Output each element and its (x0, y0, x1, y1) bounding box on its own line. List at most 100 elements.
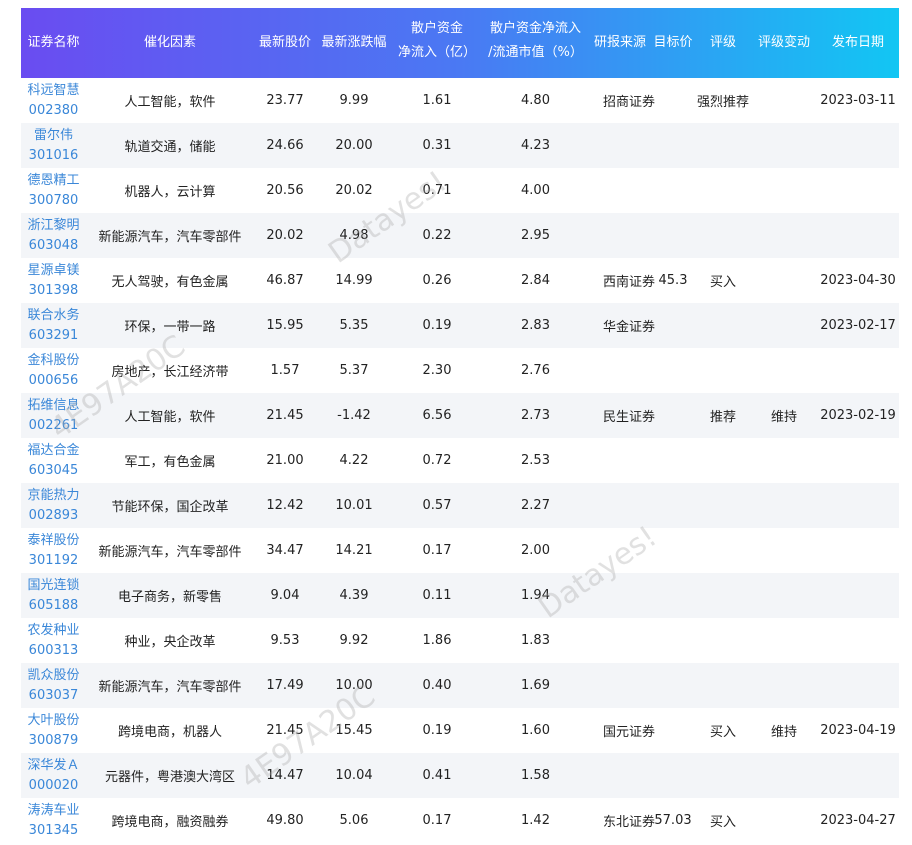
security-name-link[interactable]: 联合水务 (21, 306, 86, 326)
security-code-link[interactable]: 000656 (21, 371, 86, 391)
retail-flow-cell: 0.71 (422, 183, 452, 198)
table-row[interactable]: 德恩精工 300780 机器人，云计算 20.56 20.02 0.71 4.00 (21, 168, 899, 213)
security-name-cell[interactable]: 国光连锁 605188 (21, 573, 86, 618)
change-cell: 20.00 (335, 138, 373, 153)
security-name-cell[interactable]: 科远智慧 002380 (21, 78, 86, 123)
header-flow-ratio[interactable]: 散户资金净流入 /流通市值（%） (482, 8, 589, 78)
table-row[interactable]: 大叶股份 300879 跨境电商，机器人 21.45 15.45 0.19 1.60 国元证券… (21, 708, 899, 753)
security-name-cell[interactable]: 德恩精工 300780 (21, 168, 86, 213)
security-name-cell[interactable]: 福达合金 603045 (21, 438, 86, 483)
header-catalyst[interactable]: 催化因素 (86, 8, 254, 78)
security-code-link[interactable]: 603291 (21, 326, 86, 346)
source-cell: 民生证券 (603, 410, 656, 425)
security-name-link[interactable]: 凯众股份 (21, 666, 86, 686)
table-row[interactable]: 星源卓镁 301398 无人驾驶，有色金属 46.87 14.99 0.26 2.84 西南证… (21, 258, 899, 303)
table-row[interactable]: 涛涛车业 301345 跨境电商，融资融券 49.80 5.06 0.17 1.42 东北证券… (21, 798, 899, 843)
security-name-cell[interactable]: 京能热力 002893 (21, 483, 86, 528)
table-row[interactable]: 农发种业 600313 种业，央企改革 9.53 9.92 1.86 1.83 (21, 618, 899, 663)
security-name-link[interactable]: 拓维信息 (21, 396, 86, 416)
security-name-link[interactable]: 雷尔伟 (21, 126, 86, 146)
price-cell: 21.00 (266, 453, 304, 468)
catalyst-cell: 环保，一带一路 (124, 320, 216, 335)
security-name-link[interactable]: 大叶股份 (21, 711, 86, 731)
table-row[interactable]: 深华发Ａ 000020 元器件，粤港澳大湾区 14.47 10.04 0.41 1.58 (21, 753, 899, 798)
rating-cell: 推荐 (709, 410, 736, 425)
header-rating[interactable]: 评级 (695, 8, 751, 78)
security-name-link[interactable]: 金科股份 (21, 351, 86, 371)
security-name-cell[interactable]: 浙江黎明 603048 (21, 213, 86, 258)
security-code-link[interactable]: 605188 (21, 596, 86, 616)
security-name-cell[interactable]: 金科股份 000656 (21, 348, 86, 393)
security-name-cell[interactable]: 深华发Ａ 000020 (21, 753, 86, 798)
header-name[interactable]: 证券名称 (21, 8, 86, 78)
source-cell: 西南证券 (603, 275, 656, 290)
header-change[interactable]: 最新涨跌幅 (316, 8, 392, 78)
security-name-cell[interactable]: 大叶股份 300879 (21, 708, 86, 753)
security-name-link[interactable]: 国光连锁 (21, 576, 86, 596)
flow-ratio-cell: 4.00 (521, 183, 550, 198)
table-row[interactable]: 科远智慧 002380 人工智能，软件 23.77 9.99 1.61 4.80 招商证券 强烈… (21, 78, 899, 123)
security-code-link[interactable]: 002261 (21, 416, 86, 436)
security-name-link[interactable]: 星源卓镁 (21, 261, 86, 281)
table-row[interactable]: 浙江黎明 603048 新能源汽车，汽车零部件 20.02 4.98 0.22 2.95 (21, 213, 899, 258)
source-cell (589, 573, 651, 618)
security-name-link[interactable]: 京能热力 (21, 486, 86, 506)
price-cell: 1.57 (270, 363, 300, 378)
security-name-link[interactable]: 德恩精工 (21, 171, 86, 191)
table-row[interactable]: 泰祥股份 301192 新能源汽车，汽车零部件 34.47 14.21 0.17 2.00 (21, 528, 899, 573)
security-code-link[interactable]: 603048 (21, 236, 86, 256)
table-row[interactable]: 国光连锁 605188 电子商务，新零售 9.04 4.39 0.11 1.94 (21, 573, 899, 618)
security-code-link[interactable]: 300780 (21, 191, 86, 211)
security-name-link[interactable]: 科远智慧 (21, 81, 86, 101)
header-retail-flow[interactable]: 散户资金 净流入（亿） (392, 8, 482, 78)
header-rating-change[interactable]: 评级变动 (751, 8, 817, 78)
security-name-cell[interactable]: 雷尔伟 301016 (21, 123, 86, 168)
change-cell: 5.37 (339, 363, 369, 378)
security-name-cell[interactable]: 农发种业 600313 (21, 618, 86, 663)
table-row[interactable]: 京能热力 002893 节能环保，国企改革 12.42 10.01 0.57 2.27 (21, 483, 899, 528)
flow-ratio-cell: 2.95 (521, 228, 550, 243)
table-row[interactable]: 金科股份 000656 房地产，长江经济带 1.57 5.37 2.30 2.76 (21, 348, 899, 393)
rating-cell (695, 753, 751, 798)
security-code-link[interactable]: 301016 (21, 146, 86, 166)
security-code-link[interactable]: 600313 (21, 641, 86, 661)
security-code-link[interactable]: 301398 (21, 281, 86, 301)
table-row[interactable]: 雷尔伟 301016 轨道交通，储能 24.66 20.00 0.31 4.23 (21, 123, 899, 168)
security-name-cell[interactable]: 泰祥股份 301192 (21, 528, 86, 573)
header-date[interactable]: 发布日期 (817, 8, 899, 78)
security-code-link[interactable]: 300879 (21, 731, 86, 751)
security-code-link[interactable]: 603045 (21, 461, 86, 481)
price-cell: 12.42 (266, 498, 304, 513)
table-row[interactable]: 联合水务 603291 环保，一带一路 15.95 5.35 0.19 2.83 华金证券 20… (21, 303, 899, 348)
table-row[interactable]: 福达合金 603045 军工，有色金属 21.00 4.22 0.72 2.53 (21, 438, 899, 483)
rating-change-cell (751, 213, 817, 258)
price-cell: 9.53 (270, 633, 300, 648)
table-row[interactable]: 拓维信息 002261 人工智能，软件 21.45 -1.42 6.56 2.73 民生证券 推… (21, 393, 899, 438)
security-name-cell[interactable]: 凯众股份 603037 (21, 663, 86, 708)
security-code-link[interactable]: 301192 (21, 551, 86, 571)
security-code-link[interactable]: 002893 (21, 506, 86, 526)
security-code-link[interactable]: 603037 (21, 686, 86, 706)
security-name-cell[interactable]: 拓维信息 002261 (21, 393, 86, 438)
date-cell: 2023-02-17 (820, 318, 896, 333)
security-name-link[interactable]: 农发种业 (21, 621, 86, 641)
security-name-link[interactable]: 涛涛车业 (21, 801, 86, 821)
catalyst-cell: 新能源汽车，汽车零部件 (98, 545, 242, 560)
security-code-link[interactable]: 000020 (21, 776, 86, 796)
header-price[interactable]: 最新股价 (254, 8, 316, 78)
security-name-cell[interactable]: 星源卓镁 301398 (21, 258, 86, 303)
security-name-cell[interactable]: 涛涛车业 301345 (21, 798, 86, 843)
date-cell (817, 123, 899, 168)
security-name-link[interactable]: 福达合金 (21, 441, 86, 461)
security-code-link[interactable]: 301345 (21, 821, 86, 841)
table-row[interactable]: 凯众股份 603037 新能源汽车，汽车零部件 17.49 10.00 0.40 1.69 (21, 663, 899, 708)
security-name-link[interactable]: 浙江黎明 (21, 216, 86, 236)
rating-change-cell (751, 618, 817, 663)
security-code-link[interactable]: 002380 (21, 101, 86, 121)
security-name-link[interactable]: 深华发Ａ (21, 756, 86, 776)
header-source[interactable]: 研报来源 (589, 8, 651, 78)
header-target[interactable]: 目标价 (651, 8, 695, 78)
security-name-cell[interactable]: 联合水务 603291 (21, 303, 86, 348)
security-name-link[interactable]: 泰祥股份 (21, 531, 86, 551)
rating-cell (695, 483, 751, 528)
